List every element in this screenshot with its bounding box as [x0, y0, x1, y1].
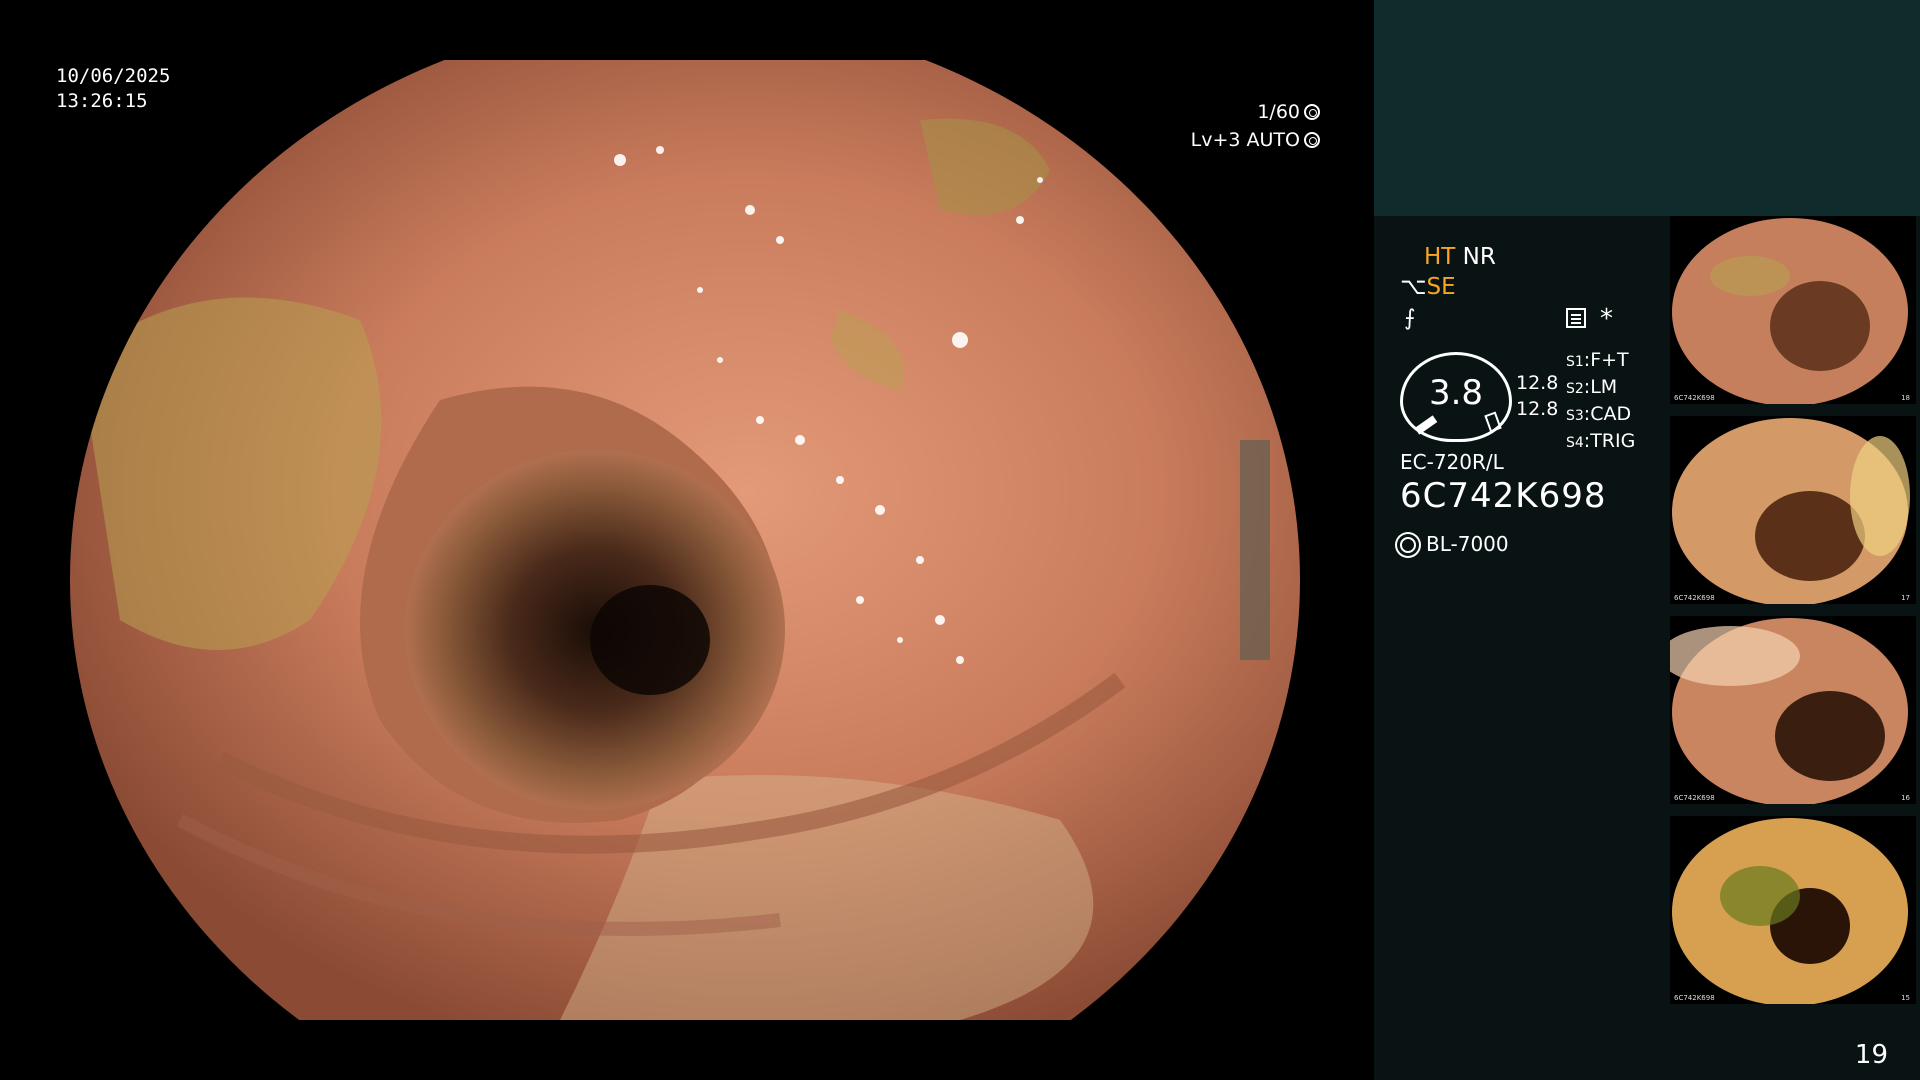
switch-3: S3:CAD [1566, 403, 1632, 425]
thumbnail-index: 16 [1901, 794, 1910, 802]
se-label: SE [1426, 274, 1456, 300]
top-panel [1374, 0, 1920, 216]
thumbnail-label: 6C742K698 [1674, 794, 1715, 802]
thumbnail-label: 6C742K698 [1674, 994, 1715, 1002]
mucosa [70, 60, 1300, 1020]
light-source: BL-7000 [1400, 532, 1509, 556]
thumbnail-index: 15 [1901, 994, 1910, 1002]
gauge: 3.8 [1400, 352, 1512, 442]
exposure-info: 1/60 Lv+3 AUTO [1191, 98, 1320, 154]
ht-label: HT [1424, 244, 1456, 270]
time-text: 13:26:15 [56, 90, 148, 112]
gauge-bottom-value: 12.8 [1516, 398, 1559, 420]
memory-icon [1566, 308, 1586, 328]
switch-list: S1:F+T S2:LM S3:CAD S4:TRIG [1566, 348, 1635, 456]
zoom-icon: ⌥ [1400, 274, 1427, 300]
gauge-needle-icon [1414, 415, 1438, 435]
mode-row-2: ⌥SE [1400, 274, 1456, 300]
shutter-icon [1304, 104, 1320, 120]
date-text: 10/06/2025 [56, 65, 171, 87]
mode-row-1: HT NR [1424, 244, 1496, 270]
timestamp: 10/06/2025 13:26:15 [56, 64, 170, 114]
nr-label: NR [1462, 244, 1496, 270]
info-panel [1374, 216, 1674, 1080]
light-icon [1400, 537, 1416, 553]
scope-serial: 6C742K698 [1400, 476, 1607, 516]
switch-2: S2:LM [1566, 376, 1618, 398]
scope-model: EC-720R/L [1400, 450, 1504, 474]
thumbnail-label: 6C742K698 [1674, 394, 1715, 402]
thumbnail-2[interactable]: 6C742K698 17 [1670, 416, 1916, 604]
gauge-top-value: 12.8 [1516, 372, 1559, 394]
gauge-marker-icon [1484, 411, 1502, 433]
page-number: 19 [1854, 1040, 1888, 1070]
level-text: Lv+3 [1190, 129, 1241, 151]
gauge-value: 3.8 [1428, 373, 1484, 413]
shutter-text: 1/60 [1257, 101, 1300, 123]
star-icon: * [1600, 304, 1613, 334]
thumbnail-index: 17 [1901, 594, 1910, 602]
thumbnail-4[interactable]: 6C742K698 15 [1670, 816, 1916, 1004]
light-source-label: BL-7000 [1426, 532, 1509, 556]
iris-icon [1304, 132, 1320, 148]
thumbnail-label: 6C742K698 [1674, 594, 1715, 602]
endoscope-view [60, 60, 1310, 1020]
thumbnail-1[interactable]: 6C742K698 18 [1670, 216, 1916, 404]
switch-1: S1:F+T [1566, 349, 1629, 371]
auto-text: AUTO [1246, 129, 1300, 151]
freeze-icon: ⨍ [1404, 306, 1416, 331]
switch-4: S4:TRIG [1566, 430, 1636, 452]
thumbnail-index: 18 [1901, 394, 1910, 402]
thumbnail-3[interactable]: 6C742K698 16 [1670, 616, 1916, 804]
